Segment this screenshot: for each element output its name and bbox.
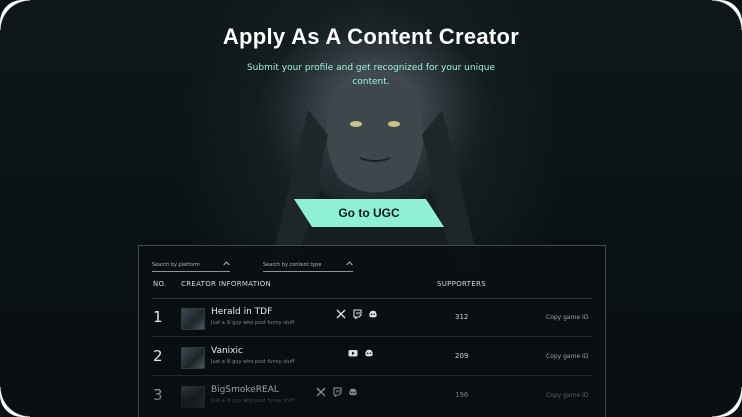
frame-corner — [712, 0, 742, 30]
table-row: 1 Herald in TDF Just a lil guy who post … — [139, 299, 605, 337]
table-row: 2 Vanixic Just a lil guy who post funny … — [139, 338, 605, 376]
platform-icons — [316, 387, 358, 397]
page-title: Apply As A Content Creator — [222, 24, 520, 49]
content-type-search-input[interactable]: Search by content type — [263, 259, 353, 272]
avatar — [181, 347, 205, 369]
frame-corner — [0, 387, 30, 417]
rank-number: 1 — [153, 308, 163, 326]
discord-icon[interactable] — [368, 309, 378, 319]
discord-icon[interactable] — [348, 387, 358, 397]
x-icon[interactable] — [336, 309, 346, 319]
copy-game-id-link[interactable]: Copy game ID — [546, 353, 588, 360]
creator-description: Just a lil guy who post funny stuff — [211, 359, 295, 365]
chevron-up-icon — [223, 261, 230, 266]
creator-description: Just a lil guy who post funny stuff — [211, 398, 295, 404]
frame-corner — [0, 0, 30, 30]
page-subtitle: Submit your profile and get recognized f… — [246, 63, 496, 87]
avatar — [181, 308, 205, 330]
twitch-icon[interactable] — [352, 309, 362, 319]
table-row: 3 BigSmokeREAL Just a lil guy who post f… — [139, 377, 605, 415]
supporters-count: 312 — [455, 313, 469, 321]
chevron-up-icon — [346, 261, 353, 266]
go-to-ugc-button[interactable]: Go to UGC — [294, 199, 444, 227]
column-header-supporters: SUPPORTERS — [437, 280, 486, 288]
platform-icons — [348, 348, 374, 358]
creator-name: BigSmokeREAL — [211, 385, 279, 395]
supporters-count: 209 — [455, 352, 469, 360]
column-header-creator: CREATOR INFORMATION — [181, 280, 272, 288]
platform-icons — [336, 309, 378, 319]
content-type-search-placeholder: Search by content type — [263, 262, 322, 268]
platform-search-input[interactable]: Search by platform — [152, 259, 230, 272]
creator-leaderboard-panel: Search by platform Search by content typ… — [138, 245, 606, 417]
row-divider — [152, 336, 592, 337]
creator-name: Herald in TDF — [211, 307, 273, 317]
copy-game-id-link[interactable]: Copy game ID — [546, 392, 588, 399]
supporters-count: 196 — [455, 391, 469, 399]
youtube-icon[interactable] — [348, 348, 358, 358]
page-frame: Apply As A Content Creator Submit your p… — [0, 0, 742, 417]
copy-game-id-link[interactable]: Copy game ID — [546, 314, 588, 321]
creator-description: Just a lil guy who post funny stuff — [211, 320, 295, 326]
row-divider — [152, 375, 592, 376]
twitch-icon[interactable] — [332, 387, 342, 397]
rank-number: 3 — [153, 386, 163, 404]
discord-icon[interactable] — [364, 348, 374, 358]
rank-number: 2 — [153, 347, 163, 365]
avatar — [181, 386, 205, 408]
x-icon[interactable] — [316, 387, 326, 397]
frame-corner — [712, 387, 742, 417]
creator-name: Vanixic — [211, 346, 243, 356]
column-header-no: NO. — [153, 280, 167, 288]
platform-search-placeholder: Search by platform — [152, 262, 200, 268]
